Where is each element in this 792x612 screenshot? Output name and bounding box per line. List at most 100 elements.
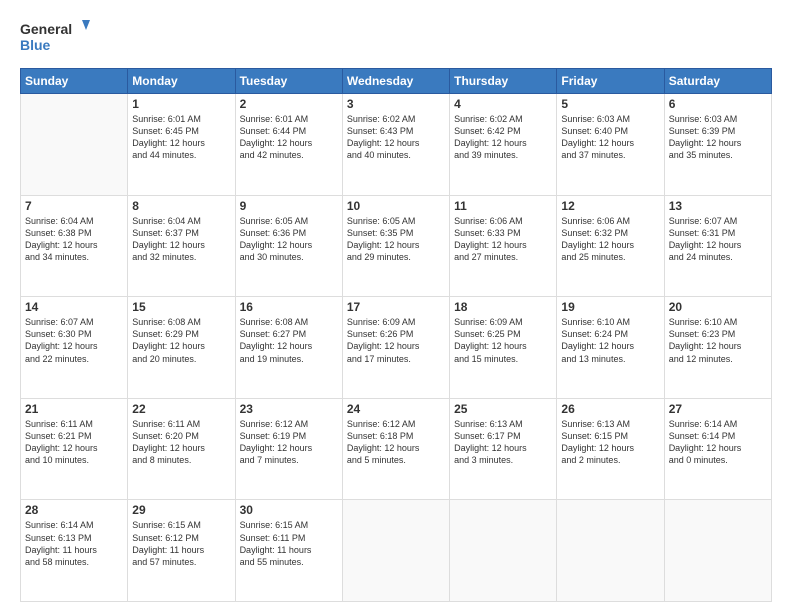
calendar-cell: 15 Sunrise: 6:08 AM Sunset: 6:29 PM Dayli… [128,297,235,399]
calendar-cell [664,500,771,602]
day-number: 2 [240,97,338,111]
weekday-header: Thursday [450,69,557,94]
day-info: Sunrise: 6:14 AM Sunset: 6:14 PM Dayligh… [669,418,767,467]
calendar-cell: 14Sunrise: 6:07 AM Sunset: 6:30 PM Dayli… [21,297,128,399]
day-info: Sunrise: 6:07 AM Sunset: 6:31 PM Dayligh… [669,215,767,264]
day-number: 10 [347,199,445,213]
day-number: 5 [561,97,659,111]
day-number: 14 [25,300,123,314]
day-info: Sunrise: 6:11 AM Sunset: 6:20 PM Dayligh… [132,418,230,467]
calendar-cell: 3 Sunrise: 6:02 AM Sunset: 6:43 PM Daylig… [342,94,449,196]
logo-svg: General Blue [20,18,90,58]
day-info: Sunrise: 6:03 AM Sunset: 6:40 PM Dayligh… [561,113,659,162]
day-number: 12 [561,199,659,213]
calendar-cell: 27 Sunrise: 6:14 AM Sunset: 6:14 PM Dayli… [664,398,771,500]
day-info: Sunrise: 6:02 AM Sunset: 6:42 PM Dayligh… [454,113,552,162]
day-number: 19 [561,300,659,314]
header: General Blue [20,18,772,58]
calendar-cell: 12Sunrise: 6:06 AM Sunset: 6:32 PM Dayli… [557,195,664,297]
calendar-cell: 23 Sunrise: 6:12 AM Sunset: 6:19 PM Dayli… [235,398,342,500]
calendar-cell: 13 Sunrise: 6:07 AM Sunset: 6:31 PM Dayli… [664,195,771,297]
day-number: 6 [669,97,767,111]
day-info: Sunrise: 6:05 AM Sunset: 6:36 PM Dayligh… [240,215,338,264]
day-number: 15 [132,300,230,314]
day-info: Sunrise: 6:08 AM Sunset: 6:27 PM Dayligh… [240,316,338,365]
day-number: 17 [347,300,445,314]
calendar-week-row: 21 Sunrise: 6:11 AM Sunset: 6:21 PM Dayli… [21,398,772,500]
day-info: Sunrise: 6:08 AM Sunset: 6:29 PM Dayligh… [132,316,230,365]
calendar-header-row: SundayMondayTuesdayWednesdayThursdayFrid… [21,69,772,94]
calendar-cell: 16 Sunrise: 6:08 AM Sunset: 6:27 PM Dayli… [235,297,342,399]
day-info: Sunrise: 6:01 AM Sunset: 6:44 PM Dayligh… [240,113,338,162]
calendar-cell: 4Sunrise: 6:02 AM Sunset: 6:42 PM Daylig… [450,94,557,196]
day-number: 11 [454,199,552,213]
calendar-cell: 18 Sunrise: 6:09 AM Sunset: 6:25 PM Dayli… [450,297,557,399]
calendar-cell: 29 Sunrise: 6:15 AM Sunset: 6:12 PM Dayli… [128,500,235,602]
day-number: 20 [669,300,767,314]
day-number: 21 [25,402,123,416]
calendar-table: SundayMondayTuesdayWednesdayThursdayFrid… [20,68,772,602]
day-info: Sunrise: 6:03 AM Sunset: 6:39 PM Dayligh… [669,113,767,162]
calendar-cell: 1 Sunrise: 6:01 AM Sunset: 6:45 PM Daylig… [128,94,235,196]
day-number: 3 [347,97,445,111]
day-info: Sunrise: 6:10 AM Sunset: 6:24 PM Dayligh… [561,316,659,365]
calendar-cell [557,500,664,602]
day-info: Sunrise: 6:05 AM Sunset: 6:35 PM Dayligh… [347,215,445,264]
day-number: 1 [132,97,230,111]
calendar-cell: 24Sunrise: 6:12 AM Sunset: 6:18 PM Dayli… [342,398,449,500]
day-info: Sunrise: 6:12 AM Sunset: 6:18 PM Dayligh… [347,418,445,467]
day-info: Sunrise: 6:04 AM Sunset: 6:37 PM Dayligh… [132,215,230,264]
day-info: Sunrise: 6:04 AM Sunset: 6:38 PM Dayligh… [25,215,123,264]
day-info: Sunrise: 6:12 AM Sunset: 6:19 PM Dayligh… [240,418,338,467]
day-number: 22 [132,402,230,416]
calendar-cell: 30 Sunrise: 6:15 AM Sunset: 6:11 PM Dayli… [235,500,342,602]
day-number: 16 [240,300,338,314]
day-number: 9 [240,199,338,213]
day-number: 29 [132,503,230,517]
calendar-cell [342,500,449,602]
day-info: Sunrise: 6:15 AM Sunset: 6:11 PM Dayligh… [240,519,338,568]
calendar-cell: 26Sunrise: 6:13 AM Sunset: 6:15 PM Dayli… [557,398,664,500]
day-number: 27 [669,402,767,416]
weekday-header: Sunday [21,69,128,94]
day-info: Sunrise: 6:14 AM Sunset: 6:13 PM Dayligh… [25,519,123,568]
weekday-header: Friday [557,69,664,94]
calendar-cell [450,500,557,602]
day-number: 18 [454,300,552,314]
day-info: Sunrise: 6:09 AM Sunset: 6:26 PM Dayligh… [347,316,445,365]
day-info: Sunrise: 6:15 AM Sunset: 6:12 PM Dayligh… [132,519,230,568]
day-info: Sunrise: 6:13 AM Sunset: 6:17 PM Dayligh… [454,418,552,467]
day-info: Sunrise: 6:01 AM Sunset: 6:45 PM Dayligh… [132,113,230,162]
calendar-cell: 9 Sunrise: 6:05 AM Sunset: 6:36 PM Daylig… [235,195,342,297]
day-info: Sunrise: 6:02 AM Sunset: 6:43 PM Dayligh… [347,113,445,162]
day-info: Sunrise: 6:09 AM Sunset: 6:25 PM Dayligh… [454,316,552,365]
day-number: 23 [240,402,338,416]
calendar-cell: 19 Sunrise: 6:10 AM Sunset: 6:24 PM Dayli… [557,297,664,399]
day-info: Sunrise: 6:06 AM Sunset: 6:33 PM Dayligh… [454,215,552,264]
day-info: Sunrise: 6:11 AM Sunset: 6:21 PM Dayligh… [25,418,123,467]
day-number: 28 [25,503,123,517]
calendar-cell: 6 Sunrise: 6:03 AM Sunset: 6:39 PM Daylig… [664,94,771,196]
calendar-cell: 7 Sunrise: 6:04 AM Sunset: 6:38 PM Daylig… [21,195,128,297]
day-info: Sunrise: 6:10 AM Sunset: 6:23 PM Dayligh… [669,316,767,365]
day-number: 13 [669,199,767,213]
calendar-cell: 5 Sunrise: 6:03 AM Sunset: 6:40 PM Daylig… [557,94,664,196]
calendar-cell: 20 Sunrise: 6:10 AM Sunset: 6:23 PM Dayli… [664,297,771,399]
calendar-cell: 25Sunrise: 6:13 AM Sunset: 6:17 PM Dayli… [450,398,557,500]
calendar-cell [21,94,128,196]
svg-text:General: General [20,21,72,37]
day-number: 7 [25,199,123,213]
logo: General Blue [20,18,90,58]
calendar-cell: 8Sunrise: 6:04 AM Sunset: 6:37 PM Daylig… [128,195,235,297]
day-number: 26 [561,402,659,416]
svg-text:Blue: Blue [20,37,51,53]
weekday-header: Monday [128,69,235,94]
calendar-cell: 11 Sunrise: 6:06 AM Sunset: 6:33 PM Dayli… [450,195,557,297]
weekday-header: Tuesday [235,69,342,94]
calendar-cell: 10 Sunrise: 6:05 AM Sunset: 6:35 PM Dayli… [342,195,449,297]
day-number: 30 [240,503,338,517]
page: General Blue SundayMondayTuesdayWednesda… [0,0,792,612]
calendar-week-row: 14Sunrise: 6:07 AM Sunset: 6:30 PM Dayli… [21,297,772,399]
calendar-week-row: 1 Sunrise: 6:01 AM Sunset: 6:45 PM Daylig… [21,94,772,196]
calendar-cell: 22 Sunrise: 6:11 AM Sunset: 6:20 PM Dayli… [128,398,235,500]
